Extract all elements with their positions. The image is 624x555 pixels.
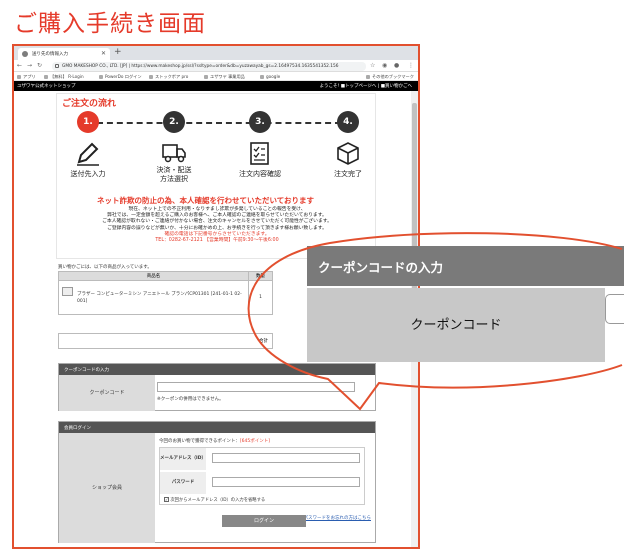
notice-phone: TEL：0282-67-2121 【営業時間】午前9:30～午後6:00 — [155, 238, 279, 244]
extension-icon[interactable]: ◉ — [382, 62, 387, 69]
points-value: [645ポイント] — [239, 439, 271, 444]
remember-option[interactable]: ✓ 次回からメールアドレス（ID）の入力を省略する — [164, 497, 265, 503]
favicon-icon — [22, 51, 28, 57]
site-header: ユザワヤ公式ネットショップ ようこそ! ■トップページへ | ■買い物かごへ — [14, 81, 418, 91]
step-2-label: 決済・配送 方法選択 — [156, 166, 192, 183]
points-text: 今回のお買い物で獲得できるポイント：[645ポイント] — [159, 438, 270, 444]
step-2-circle: 2. — [163, 111, 185, 133]
step-1-circle: 1. — [77, 111, 99, 133]
coupon-section: クーポンコードの入力 クーポンコード ※クーポンの併用はできません。 — [58, 363, 376, 411]
tab-bar: 送り先の情報入力 ✕ + — [14, 46, 418, 60]
login-section-header: 会員ログイン — [59, 422, 375, 433]
bookmark-icon — [44, 75, 48, 79]
url-text: GMO MAKESHOP CO., LTD. [JP] | https://ww… — [62, 64, 339, 69]
coupon-note: ※クーポンの併用はできません。 — [157, 397, 224, 402]
pencil-icon — [77, 142, 99, 166]
points-label: 今回のお買い物で獲得できるポイント： — [159, 439, 240, 444]
cart-table: 商品名 数量 ブラザー コンピューターミシン アニエトール ブランパCP0130… — [58, 271, 273, 315]
forward-icon[interactable]: → — [27, 62, 32, 69]
folder-icon — [366, 75, 370, 79]
product-cell: ブラザー コンピューターミシン アニエトール ブランパCP01301 [241-… — [58, 280, 249, 315]
password-field[interactable] — [212, 477, 360, 487]
coupon-code-input[interactable] — [157, 382, 355, 392]
remember-checkbox[interactable]: ✓ — [164, 497, 169, 502]
member-label: ショップ会員 — [59, 433, 155, 543]
bookmark-item[interactable]: google — [260, 74, 280, 79]
email-label: メールアドレス（ID） — [160, 448, 206, 470]
bookmark-icon — [99, 75, 103, 79]
profile-icon[interactable]: ● — [394, 62, 399, 69]
product-image — [62, 287, 73, 296]
browser-tab[interactable]: 送り先の情報入力 ✕ — [18, 48, 110, 60]
login-section: 会員ログイン ショップ会員 今回のお買い物で獲得できるポイント：[645ポイント… — [58, 421, 376, 543]
bookmark-item[interactable]: その他のブックマーク — [366, 74, 414, 80]
bookmark-item[interactable]: PowerDo ログイン — [99, 74, 142, 80]
order-flow: ご注文の流れ 1. 2. 3. 4. 送付先入力 決済・配送 方法選択 注文内容… — [56, 93, 376, 259]
forgot-password-link[interactable]: パスワードをお忘れの方はこちら — [304, 515, 372, 521]
browser-screenshot: 送り先の情報入力 ✕ + ← → ↻ GMO MAKESHOP CO., LTD… — [12, 44, 420, 549]
shop-name[interactable]: ユザワヤ公式ネットショップ — [17, 83, 76, 89]
scrollbar[interactable] — [411, 91, 418, 547]
scrollbar-thumb[interactable] — [412, 103, 417, 343]
coupon-section-header: クーポンコードの入力 — [59, 364, 375, 375]
bookmark-item[interactable]: アプリ — [17, 74, 36, 80]
star-icon[interactable]: ☆ — [370, 62, 375, 69]
table-header-row: 商品名 数量 — [58, 271, 273, 281]
back-icon[interactable]: ← — [17, 62, 22, 69]
lock-icon — [55, 64, 59, 68]
tab-title: 送り先の情報入力 — [32, 52, 68, 57]
flow-title: ご注文の流れ — [62, 99, 117, 109]
step-4-circle: 4. — [337, 111, 359, 133]
slide-title: ご購入手続き画面 — [14, 11, 206, 37]
url-field[interactable]: GMO MAKESHOP CO., LTD. [JP] | https://ww… — [52, 62, 366, 71]
login-button[interactable]: ログイン — [222, 515, 306, 527]
product-qty: 1 — [248, 280, 273, 315]
total-label: 合計 — [259, 339, 268, 344]
step-1-label: 送付先入力 — [70, 170, 106, 178]
notice-line: ご本人確認が取れない・ご連絡が付かない場合、注文のキャンセルをさせていただく可能… — [102, 219, 332, 225]
step-3-circle: 3. — [249, 111, 271, 133]
flow-dashed-line — [97, 122, 341, 124]
step-3-label: 注文内容確認 — [239, 170, 281, 178]
coupon-content: ※クーポンの併用はできません。 — [155, 375, 375, 411]
apps-icon — [17, 75, 21, 79]
reload-icon[interactable]: ↻ — [37, 62, 42, 69]
bookmarks-bar: アプリ 【無料】 R-Login PowerDo ログイン ストックボア pro… — [14, 72, 418, 81]
bookmark-icon — [149, 75, 153, 79]
bookmark-icon — [204, 75, 208, 79]
bookmark-item[interactable]: ユザワヤ 事業用品 — [204, 74, 245, 80]
column-header-qty: 数量 — [248, 271, 273, 281]
bookmark-item[interactable]: 【無料】 R-Login — [44, 74, 84, 80]
fraud-notice: 現在、ネット上での不正利用・なりすまし詐欺が多発していることの報告を受け、 弊社… — [57, 207, 377, 244]
page-content: ご注文の流れ 1. 2. 3. 4. 送付先入力 決済・配送 方法選択 注文内容… — [14, 91, 418, 547]
remember-label: 次回からメールアドレス（ID）の入力を省略する — [170, 498, 266, 503]
product-name[interactable]: ブラザー コンピューターミシン アニエトール ブランパCP01301 [241-… — [77, 292, 242, 304]
total-row: 合計 — [58, 333, 273, 349]
bookmark-item[interactable]: ストックボア pro — [149, 74, 188, 80]
truck-icon — [162, 144, 186, 163]
site-header-links[interactable]: ようこそ! ■トップページへ | ■買い物かごへ — [319, 83, 412, 89]
slide: ご購入手続き画面 送り先の情報入力 ✕ + ← → ↻ GMO MAKESHOP… — [0, 0, 624, 555]
password-label: パスワード — [160, 472, 206, 494]
email-field[interactable] — [212, 453, 360, 463]
login-form: メールアドレス（ID） パスワード ✓ 次回からメールアドレス（ID）の入力を省… — [159, 447, 365, 505]
callout-coupon-input — [605, 294, 624, 324]
checklist-icon — [250, 142, 269, 165]
cart-intro: 買い物かごには、以下の商品が入っています。 — [58, 265, 152, 270]
close-tab-icon[interactable]: ✕ — [101, 50, 106, 57]
address-bar: ← → ↻ GMO MAKESHOP CO., LTD. [JP] | http… — [14, 60, 418, 72]
fraud-notice-title: ネット詐欺の防止の為、本人確認を行わせていただいております — [97, 196, 315, 205]
google-icon — [260, 75, 264, 79]
new-tab-icon[interactable]: + — [114, 47, 122, 57]
box-icon — [337, 142, 359, 165]
column-header-product: 商品名 — [58, 271, 249, 281]
menu-icon[interactable]: ⋮ — [408, 62, 414, 69]
step-4-label: 注文完了 — [334, 170, 362, 178]
coupon-label: クーポンコード — [59, 375, 155, 411]
table-row: ブラザー コンピューターミシン アニエトール ブランパCP01301 [241-… — [58, 280, 273, 315]
